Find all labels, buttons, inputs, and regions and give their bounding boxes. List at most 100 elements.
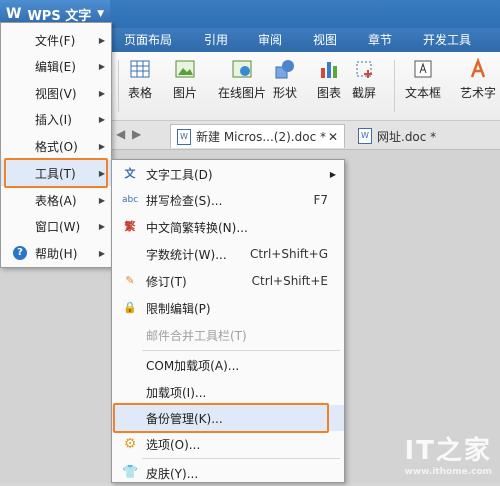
ribbon-divider (118, 60, 119, 112)
backup-highlight-box (113, 403, 329, 433)
submenu-item-label: 皮肤(Y)... (146, 466, 199, 481)
tab-developer[interactable]: 开发工具 (423, 31, 471, 48)
menu-item-label: 视图(V) (35, 86, 77, 101)
textbox-icon (414, 60, 432, 78)
lock-icon: 🔒 (123, 301, 137, 314)
textbox-label: 文本框 (405, 86, 442, 100)
chart-button[interactable]: 图表 (317, 58, 341, 114)
chevron-right-icon: ▶ (98, 141, 105, 151)
chevron-right-icon: ▶ (98, 88, 105, 98)
tab-references[interactable]: 引用 (204, 31, 228, 48)
back-arrow-icon[interactable]: ◀ (116, 127, 125, 141)
doc-tab-label: 网址.doc * (377, 129, 437, 144)
menu-item-format[interactable]: 格式(O) ▶ (1, 133, 111, 159)
submenu-item-label: COM加载项(A)... (146, 358, 240, 373)
tab-review[interactable]: 审阅 (258, 31, 282, 48)
watermark-sub: www.ithome.com (404, 467, 492, 477)
document-icon: W (177, 128, 191, 145)
submenu-item-label: 字数统计(W)... (146, 247, 227, 262)
submenu-item-label: 限制编辑(P) (146, 301, 211, 316)
submenu-item-revise[interactable]: ✎ 修订(T) Ctrl+Shift+E (112, 268, 344, 294)
site-watermark: IT之家 www.ithome.com (404, 430, 492, 477)
submenu-item-mail-merge: 邮件合并工具栏(T) (112, 322, 344, 348)
doc-tab-label: 新建 Micros...(2).doc * (196, 130, 326, 144)
revise-icon: ✎ (125, 274, 135, 287)
wordart-icon (470, 58, 486, 78)
menu-item-help[interactable]: ? 帮助(H) ▶ (1, 240, 111, 266)
submenu-item-addins[interactable]: 加载项(I)... (112, 379, 344, 405)
submenu-item-text-tools[interactable]: 文 文字工具(D) ▶ (112, 161, 344, 187)
menu-item-label: 插入(I) (35, 112, 72, 127)
menu-item-label: 窗口(W) (35, 219, 81, 234)
submenu-item-restrict-edit[interactable]: 🔒 限制编辑(P) (112, 295, 344, 321)
menu-item-file[interactable]: 文件(F) ▶ (1, 27, 111, 53)
doc-tab-2[interactable]: W 网址.doc * (352, 124, 472, 148)
online-picture-icon (232, 60, 252, 78)
tab-view[interactable]: 视图 (313, 31, 337, 48)
insert-table-button[interactable]: 表格 (128, 58, 152, 114)
chevron-down-icon: ▼ (97, 9, 104, 19)
submenu-item-options[interactable]: ⚙ 选项(O)... (112, 431, 344, 457)
wordart-button[interactable]: 艺术字 (460, 58, 496, 114)
online-picture-label: 在线图片 (218, 86, 267, 100)
table-label: 表格 (128, 86, 153, 100)
menu-item-window[interactable]: 窗口(W) ▶ (1, 213, 111, 239)
chevron-right-icon: ▶ (98, 221, 105, 231)
shapes-icon (275, 60, 294, 79)
menu-item-label: 文件(F) (35, 33, 76, 48)
shortcut-label: Ctrl+Shift+E (251, 274, 328, 288)
chevron-right-icon: ▶ (98, 114, 105, 124)
menu-item-view[interactable]: 视图(V) ▶ (1, 80, 111, 106)
spell-check-icon: abc (122, 195, 139, 205)
tab-section[interactable]: 章节 (368, 31, 392, 48)
menu-item-label: 格式(O) (35, 139, 78, 154)
submenu-item-convert[interactable]: 繁 中文简繁转换(N)... (112, 214, 344, 240)
chart-label: 图表 (317, 86, 342, 100)
menu-divider (142, 458, 340, 459)
menu-item-edit[interactable]: 编辑(E) ▶ (1, 53, 111, 79)
main-menu: 文件(F) ▶ 编辑(E) ▶ 视图(V) ▶ 插入(I) ▶ 格式(O) ▶ 工具(T)… (0, 22, 112, 268)
chevron-right-icon: ▶ (98, 248, 105, 258)
submenu-item-com-addins[interactable]: COM加载项(A)... (112, 352, 344, 378)
shapes-label: 形状 (273, 86, 298, 100)
watermark-text: IT之家 (404, 436, 492, 466)
document-icon: W (358, 128, 372, 144)
submenu-item-label: 文字工具(D) (146, 167, 213, 182)
submenu-item-label: 邮件合并工具栏(T) (146, 328, 247, 343)
submenu-item-label: 选项(O)... (146, 437, 201, 452)
insert-picture-button[interactable]: 图片 (173, 58, 197, 114)
online-picture-button[interactable]: 在线图片 (218, 58, 266, 114)
chevron-right-icon: ▶ (98, 35, 105, 45)
menu-item-label: 帮助(H) (35, 246, 78, 261)
screenshot-button[interactable]: 截屏 (352, 58, 376, 114)
table-icon (130, 60, 150, 78)
submenu-item-word-count[interactable]: 字数统计(W)... Ctrl+Shift+G (112, 241, 344, 267)
screenshot-label: 截屏 (352, 86, 377, 100)
submenu-item-spell-check[interactable]: abc 拼写检查(S)... F7 (112, 187, 344, 213)
textbox-button[interactable]: 文本框 (405, 58, 441, 114)
menu-item-table[interactable]: 表格(A) ▶ (1, 187, 111, 213)
text-tool-icon: 文 (124, 167, 136, 180)
help-icon: ? (13, 246, 27, 260)
doc-tab-1[interactable]: W 新建 Micros...(2).doc * ✕ (170, 124, 345, 148)
chevron-right-icon: ▶ (98, 61, 105, 71)
tools-submenu: 文 文字工具(D) ▶ abc 拼写检查(S)... F7 繁 中文简繁转换(N… (111, 159, 345, 483)
gear-icon: ⚙ (123, 436, 137, 452)
menu-item-label: 编辑(E) (35, 59, 76, 74)
menu-divider (142, 350, 340, 351)
shortcut-label: F7 (313, 193, 328, 207)
convert-icon: 繁 (124, 220, 136, 233)
chart-icon (321, 62, 337, 78)
submenu-item-label: 中文简繁转换(N)... (146, 220, 248, 235)
forward-arrow-icon[interactable]: ▶ (132, 127, 141, 141)
submenu-item-label: 加载项(I)... (146, 385, 207, 400)
shapes-button[interactable]: 形状 (273, 58, 297, 114)
menu-item-insert[interactable]: 插入(I) ▶ (1, 106, 111, 132)
wordart-label: 艺术字 (460, 86, 497, 100)
submenu-item-label: 修订(T) (146, 274, 187, 289)
tab-page-layout[interactable]: 页面布局 (124, 31, 172, 48)
shirt-icon: 👕 (122, 465, 139, 480)
submenu-item-skin[interactable]: 👕 皮肤(Y)... (112, 460, 344, 486)
submenu-item-label: 拼写检查(S)... (146, 193, 223, 208)
close-icon[interactable]: ✕ (328, 130, 338, 144)
